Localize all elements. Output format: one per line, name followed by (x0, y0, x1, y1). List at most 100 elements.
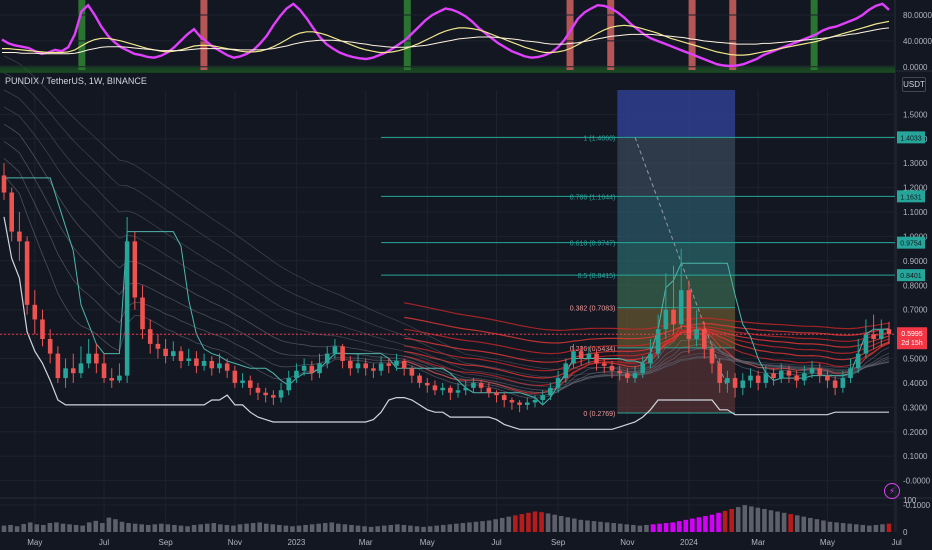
candle-body (40, 319, 45, 339)
volume-bar (277, 524, 282, 532)
candle-body (363, 363, 368, 369)
candle-body (9, 192, 14, 232)
symbol-title[interactable]: PUNDIX / TetherUS, 1W, BINANCE (5, 76, 147, 86)
volume-bar (427, 526, 433, 532)
candle-body (55, 353, 61, 379)
volume-bar (41, 524, 46, 532)
currency-badge[interactable]: USDT (902, 77, 926, 92)
volume-bar (47, 523, 53, 532)
price-tick-label: 0.4000 (903, 379, 928, 388)
volume-bar (408, 525, 413, 532)
candle-body (355, 363, 361, 369)
volume-bar (840, 523, 846, 532)
volume-bar (309, 524, 315, 532)
candle-body (301, 365, 307, 371)
candle-body (378, 363, 384, 371)
volume-bar (401, 524, 407, 532)
candle-body (609, 365, 615, 371)
volume-bar (532, 511, 538, 532)
fib-zone-382 (617, 307, 736, 348)
volume-bar (185, 526, 190, 532)
candle-body (871, 334, 876, 339)
volume-bar (191, 524, 197, 532)
time-tick-label: Nov (620, 538, 634, 547)
candle-body (455, 390, 461, 393)
volume-bar (172, 524, 177, 532)
volume-bar (749, 506, 754, 532)
fib-level-label: 0.382 (0.7083) (570, 306, 616, 313)
candle-body (671, 309, 676, 325)
candle-body (709, 348, 715, 364)
volume-bar (617, 523, 623, 532)
volume-bar (690, 518, 695, 532)
fib-level-label: 0.5 (0.8415) (578, 273, 616, 280)
volume-bar (100, 523, 105, 532)
volume-bar (342, 524, 348, 532)
volume-bar (263, 523, 269, 532)
volume-bar (322, 523, 328, 532)
volume-bar (572, 518, 577, 532)
volume-bar (867, 525, 872, 532)
volume-bar (827, 521, 833, 532)
candle-body (348, 360, 353, 369)
volume-bar (1, 525, 7, 532)
volume-tick-label: 0 (903, 528, 908, 537)
candle-body (194, 358, 199, 366)
candle-body (809, 368, 815, 374)
oscillator-tick-label: 40.0000 (903, 37, 932, 46)
volume-bar (460, 523, 466, 532)
volume-bar (493, 519, 498, 532)
candle-body (886, 329, 892, 335)
candle-body (332, 346, 338, 354)
candle-body (717, 363, 722, 383)
volume-bar (329, 522, 335, 532)
volume-bar (237, 524, 243, 532)
volume-bar (106, 517, 112, 532)
fib-zone-top (617, 90, 736, 138)
volume-bar (152, 524, 158, 532)
volume-bar (414, 526, 420, 532)
price-tick-label: 0.5000 (903, 355, 928, 364)
volume-bar (703, 516, 708, 532)
candle-body (540, 395, 545, 401)
candle-body (217, 363, 222, 369)
volume-bar (165, 524, 171, 532)
candle-body (548, 387, 553, 396)
volume-bar (198, 524, 203, 532)
candle-body (786, 370, 792, 376)
lightning-alert-icon[interactable]: ⚡ (884, 483, 900, 499)
time-tick-label: Jul (892, 538, 902, 547)
candle-body (286, 378, 292, 391)
volume-bar (34, 524, 40, 532)
oscillator-signal-bar (688, 0, 696, 70)
volume-bar (860, 524, 866, 532)
candle-body (371, 368, 376, 371)
fib-level-label: 0.786 (1.1644) (570, 194, 616, 201)
candle-body (486, 387, 492, 393)
fib-price-badge-text: 0.9754 (900, 241, 922, 248)
fib-level-label: 0.618 (0.9747) (570, 241, 616, 248)
volume-bar (8, 524, 13, 532)
volume-bar (788, 514, 793, 532)
candle-body (663, 309, 669, 330)
volume-bar (93, 520, 99, 532)
volume-bar (781, 512, 787, 532)
candle-body (70, 368, 76, 374)
price-tick-label: 0.3000 (903, 403, 928, 412)
candle-body (625, 373, 630, 379)
candle-body (324, 353, 330, 364)
candle-body (702, 329, 707, 349)
volume-bar (709, 514, 715, 532)
volume-bar (54, 522, 59, 532)
oscillator-signal-bar (200, 0, 208, 70)
volume-bar (880, 524, 885, 532)
volume-bar (683, 519, 689, 532)
volume-bar (873, 524, 879, 532)
fib-zone-1 (617, 137, 736, 197)
candle-body (763, 373, 769, 383)
candle-body (117, 375, 122, 381)
fib-price-badge-text: 0.8401 (900, 273, 922, 280)
oscillator-signal-bar (729, 0, 737, 70)
candle-body (247, 380, 253, 388)
candle-body (163, 348, 168, 357)
